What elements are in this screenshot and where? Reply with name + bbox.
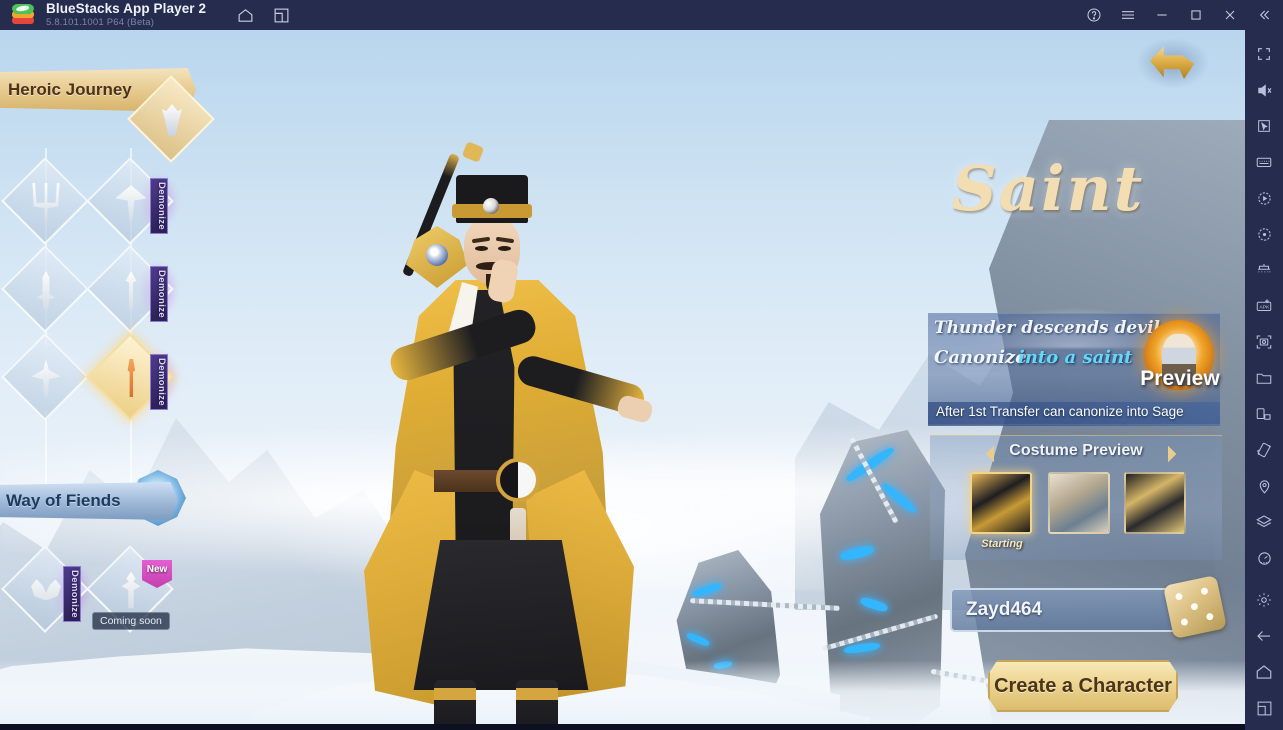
game-viewport[interactable]: Heroic Journey Demonize Demonize Demonize D… [0, 30, 1245, 730]
recents-nav-icon[interactable] [1249, 694, 1279, 722]
install-apk-icon[interactable]: APK [1249, 292, 1279, 320]
multi-instance-icon[interactable] [268, 2, 294, 28]
titlebar-nav [232, 2, 294, 28]
back-nav-icon[interactable] [1249, 622, 1279, 650]
create-character-button[interactable]: Create a Character [988, 660, 1178, 712]
hamburger-menu-icon[interactable] [1117, 4, 1139, 26]
character-name-value: Zayd464 [966, 599, 1043, 620]
page-title: Saint [952, 152, 1145, 225]
create-character-label: Create a Character [994, 674, 1172, 697]
macro-record-icon[interactable] [1249, 184, 1279, 212]
bluestacks-sidebar: APK [1245, 30, 1283, 730]
back-arrow-button[interactable] [1137, 38, 1209, 88]
canonize-line-2-prefix: Canonize [934, 347, 1027, 368]
app-title-block: BlueStacks App Player 2 5.8.101.1001 P64… [46, 2, 206, 27]
svg-text:APK: APK [1260, 305, 1270, 311]
canonize-line-2-highlight: into a saint [1018, 347, 1133, 368]
mute-icon[interactable] [1249, 76, 1279, 104]
coming-soon-tooltip: Coming soon [92, 612, 170, 630]
canonize-subtitle: After 1st Transfer can canonize into Sag… [936, 404, 1184, 419]
character-name-input[interactable]: Zayd464 [950, 588, 1178, 632]
costume-slot-3[interactable] [1124, 472, 1186, 534]
home-icon[interactable] [232, 2, 258, 28]
way-of-fiends-banner[interactable]: Way of Fiends [0, 482, 178, 520]
script-icon[interactable] [1249, 220, 1279, 248]
location-icon[interactable] [1249, 472, 1279, 500]
costume-slot-1-label: Starting [981, 538, 1023, 550]
collapse-sidebar-icon[interactable] [1253, 4, 1275, 26]
shake-icon[interactable] [1249, 436, 1279, 464]
multi-instance-sync-icon[interactable] [1249, 256, 1279, 284]
keyboard-icon[interactable] [1249, 148, 1279, 176]
costume-preview-title: Costume Preview [1009, 442, 1143, 459]
titlebar-window-controls [1083, 0, 1275, 30]
home-nav-icon[interactable] [1249, 658, 1279, 686]
app-version: 5.8.101.1001 P64 (Beta) [46, 16, 155, 28]
window-titlebar: BlueStacks App Player 2 5.8.101.1001 P64… [0, 0, 1283, 30]
random-name-dice-button[interactable] [1162, 574, 1228, 640]
rotate-screen-icon[interactable] [1249, 400, 1279, 428]
character-model[interactable] [278, 140, 678, 730]
gear-icon[interactable] [1249, 586, 1279, 614]
back-arrow-icon [1150, 46, 1195, 79]
help-icon[interactable] [1083, 4, 1105, 26]
costume-slot-1[interactable] [970, 472, 1032, 534]
media-folder-icon[interactable] [1249, 364, 1279, 392]
close-icon[interactable] [1219, 4, 1241, 26]
layers-icon[interactable] [1249, 508, 1279, 536]
costume-slot-2[interactable] [1048, 472, 1110, 534]
maximize-icon[interactable] [1185, 4, 1207, 26]
minimize-icon[interactable] [1151, 4, 1173, 26]
heroic-journey-label: Heroic Journey [8, 80, 132, 99]
app-title: BlueStacks App Player 2 [46, 1, 207, 17]
canonize-line-1: Thunder descends devil [934, 318, 1160, 338]
cursor-icon[interactable] [1249, 112, 1279, 140]
demonize-tag[interactable]: Demonize [150, 266, 168, 322]
fullscreen-icon[interactable] [1249, 40, 1279, 68]
way-of-fiends-label: Way of Fiends [6, 491, 121, 510]
demonize-tag[interactable]: Demonize [150, 354, 168, 410]
bluestacks-logo [12, 4, 34, 26]
demonize-tag[interactable]: Demonize [63, 566, 81, 622]
performance-icon[interactable] [1249, 544, 1279, 572]
preview-label: Preview [1140, 367, 1220, 390]
demonize-tag[interactable]: Demonize [150, 178, 168, 234]
screenshot-icon[interactable] [1249, 328, 1279, 356]
viewport-bottom-strip [0, 724, 1245, 730]
